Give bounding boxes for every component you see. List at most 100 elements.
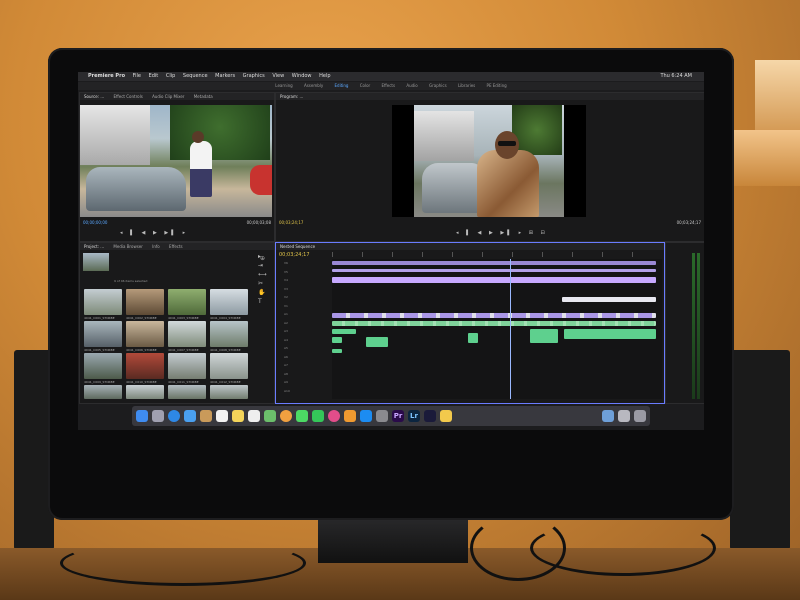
track-header[interactable]: A7: [284, 363, 314, 369]
clip-thumbnail[interactable]: [210, 353, 248, 379]
clip-thumbnail[interactable]: [210, 289, 248, 315]
workspace-tab[interactable]: Learning: [275, 83, 292, 88]
clip-thumbnail[interactable]: [168, 289, 206, 315]
ibooks-icon[interactable]: [344, 410, 356, 422]
finder-icon[interactable]: [136, 410, 148, 422]
workspace-tab[interactable]: Audio: [406, 83, 417, 88]
menu-clip[interactable]: Clip: [166, 73, 175, 79]
workspace-tab[interactable]: Graphics: [429, 83, 447, 88]
folder-icon[interactable]: [440, 410, 452, 422]
calendar-icon[interactable]: [216, 410, 228, 422]
video-clip-v4[interactable]: [332, 277, 656, 283]
menu-markers[interactable]: Markers: [215, 73, 235, 79]
menu-help[interactable]: Help: [319, 73, 330, 79]
tab-info[interactable]: Info: [152, 244, 160, 249]
trash-icon[interactable]: [634, 410, 646, 422]
workspace-tab[interactable]: Libraries: [458, 83, 475, 88]
menu-graphics[interactable]: Graphics: [243, 73, 265, 79]
premiere-icon[interactable]: Pr: [392, 410, 404, 422]
lightroom-icon[interactable]: Lr: [408, 410, 420, 422]
preferences-icon[interactable]: [376, 410, 388, 422]
video-clip-v5[interactable]: [332, 269, 656, 272]
video-clip-v2[interactable]: [332, 313, 656, 318]
video-clip-v1[interactable]: [332, 321, 656, 326]
reminders-icon[interactable]: [248, 410, 260, 422]
tab-media-browser[interactable]: Media Browser: [113, 244, 143, 249]
clip-thumbnail[interactable]: [126, 289, 164, 315]
clip-thumbnail[interactable]: [84, 289, 122, 315]
clip-thumbnail[interactable]: [210, 385, 248, 399]
clip-thumbnail[interactable]: [168, 353, 206, 379]
clip-thumbnail[interactable]: [84, 353, 122, 379]
notes-icon[interactable]: [232, 410, 244, 422]
menu-file[interactable]: File: [133, 73, 141, 79]
mail-icon[interactable]: [184, 410, 196, 422]
tab-sequence[interactable]: Nested Sequence: [280, 244, 315, 249]
tab-metadata[interactable]: Metadata: [194, 94, 213, 99]
audio-clip[interactable]: [332, 329, 356, 334]
workspace-tab-active[interactable]: Editing: [335, 83, 349, 88]
messages-icon[interactable]: [296, 410, 308, 422]
appstore-icon[interactable]: [360, 410, 372, 422]
track-area[interactable]: [332, 259, 662, 399]
track-select-tool-icon[interactable]: ⇥: [258, 261, 270, 270]
tab-effect-controls[interactable]: Effect Controls: [113, 94, 142, 99]
facetime-icon[interactable]: [312, 410, 324, 422]
track-header[interactable]: A10: [284, 389, 314, 395]
audio-clip[interactable]: [564, 329, 656, 339]
audio-clip[interactable]: [366, 337, 388, 347]
playhead[interactable]: [510, 259, 511, 399]
audio-clip[interactable]: [530, 329, 558, 343]
ripple-edit-tool-icon[interactable]: ⟷: [258, 270, 270, 279]
menu-sequence[interactable]: Sequence: [183, 73, 208, 79]
track-header[interactable]: V5: [284, 270, 314, 276]
program-transport-controls[interactable]: ◂ ▌ ◀ ▶ ▶▌ ▸ ⊞ ⊟: [456, 230, 548, 236]
itunes-icon[interactable]: [328, 410, 340, 422]
track-header[interactable]: V2: [284, 295, 314, 301]
audio-clip[interactable]: [468, 333, 478, 343]
track-header[interactable]: A1: [284, 312, 314, 318]
menu-edit[interactable]: Edit: [149, 73, 159, 79]
workspace-tab[interactable]: Color: [360, 83, 370, 88]
audio-clip[interactable]: [332, 349, 342, 353]
track-header[interactable]: V6: [284, 261, 314, 267]
type-tool-icon[interactable]: T: [258, 297, 270, 306]
launchpad-icon[interactable]: [152, 410, 164, 422]
app-name[interactable]: Premiere Pro: [88, 73, 125, 79]
tab-audio-clip-mixer[interactable]: Audio Clip Mixer: [152, 94, 184, 99]
clip-thumbnail[interactable]: [126, 353, 164, 379]
video-clip-v6[interactable]: [332, 261, 656, 265]
tab-effects[interactable]: Effects: [169, 244, 183, 249]
photos-icon[interactable]: [280, 410, 292, 422]
track-header[interactable]: A2: [284, 321, 314, 327]
folder-icon[interactable]: [618, 410, 630, 422]
track-header[interactable]: A5: [284, 346, 314, 352]
track-header[interactable]: A6: [284, 355, 314, 361]
clip-thumbnail[interactable]: [84, 385, 122, 399]
contacts-icon[interactable]: [200, 410, 212, 422]
track-header[interactable]: A8: [284, 372, 314, 378]
media-encoder-icon[interactable]: [424, 410, 436, 422]
track-header[interactable]: V3: [284, 287, 314, 293]
tab-program[interactable]: Program: ...: [280, 94, 303, 99]
menu-window[interactable]: Window: [292, 73, 312, 79]
menu-view[interactable]: View: [272, 73, 284, 79]
clip-thumbnail[interactable]: [168, 385, 206, 399]
maps-icon[interactable]: [264, 410, 276, 422]
tab-source[interactable]: Source: ...: [84, 94, 104, 99]
track-header[interactable]: A3: [284, 329, 314, 335]
clip-thumbnail[interactable]: [210, 321, 248, 347]
source-transport-controls[interactable]: ◂ ▌ ◀ ▶ ▶▌ ▸: [120, 230, 188, 236]
workspace-tab[interactable]: Effects: [381, 83, 395, 88]
tab-project[interactable]: Project: ...: [84, 244, 104, 249]
clip-thumbnail[interactable]: [168, 321, 206, 347]
time-ruler[interactable]: [332, 252, 662, 257]
track-header[interactable]: V1: [284, 304, 314, 310]
track-header[interactable]: A9: [284, 380, 314, 386]
audio-clip[interactable]: [332, 337, 342, 343]
source-video-frame[interactable]: [80, 105, 272, 217]
selection-tool-icon[interactable]: ▸: [258, 252, 270, 261]
program-video-frame[interactable]: [392, 105, 586, 217]
safari-icon[interactable]: [168, 410, 180, 422]
track-header[interactable]: V4: [284, 278, 314, 284]
